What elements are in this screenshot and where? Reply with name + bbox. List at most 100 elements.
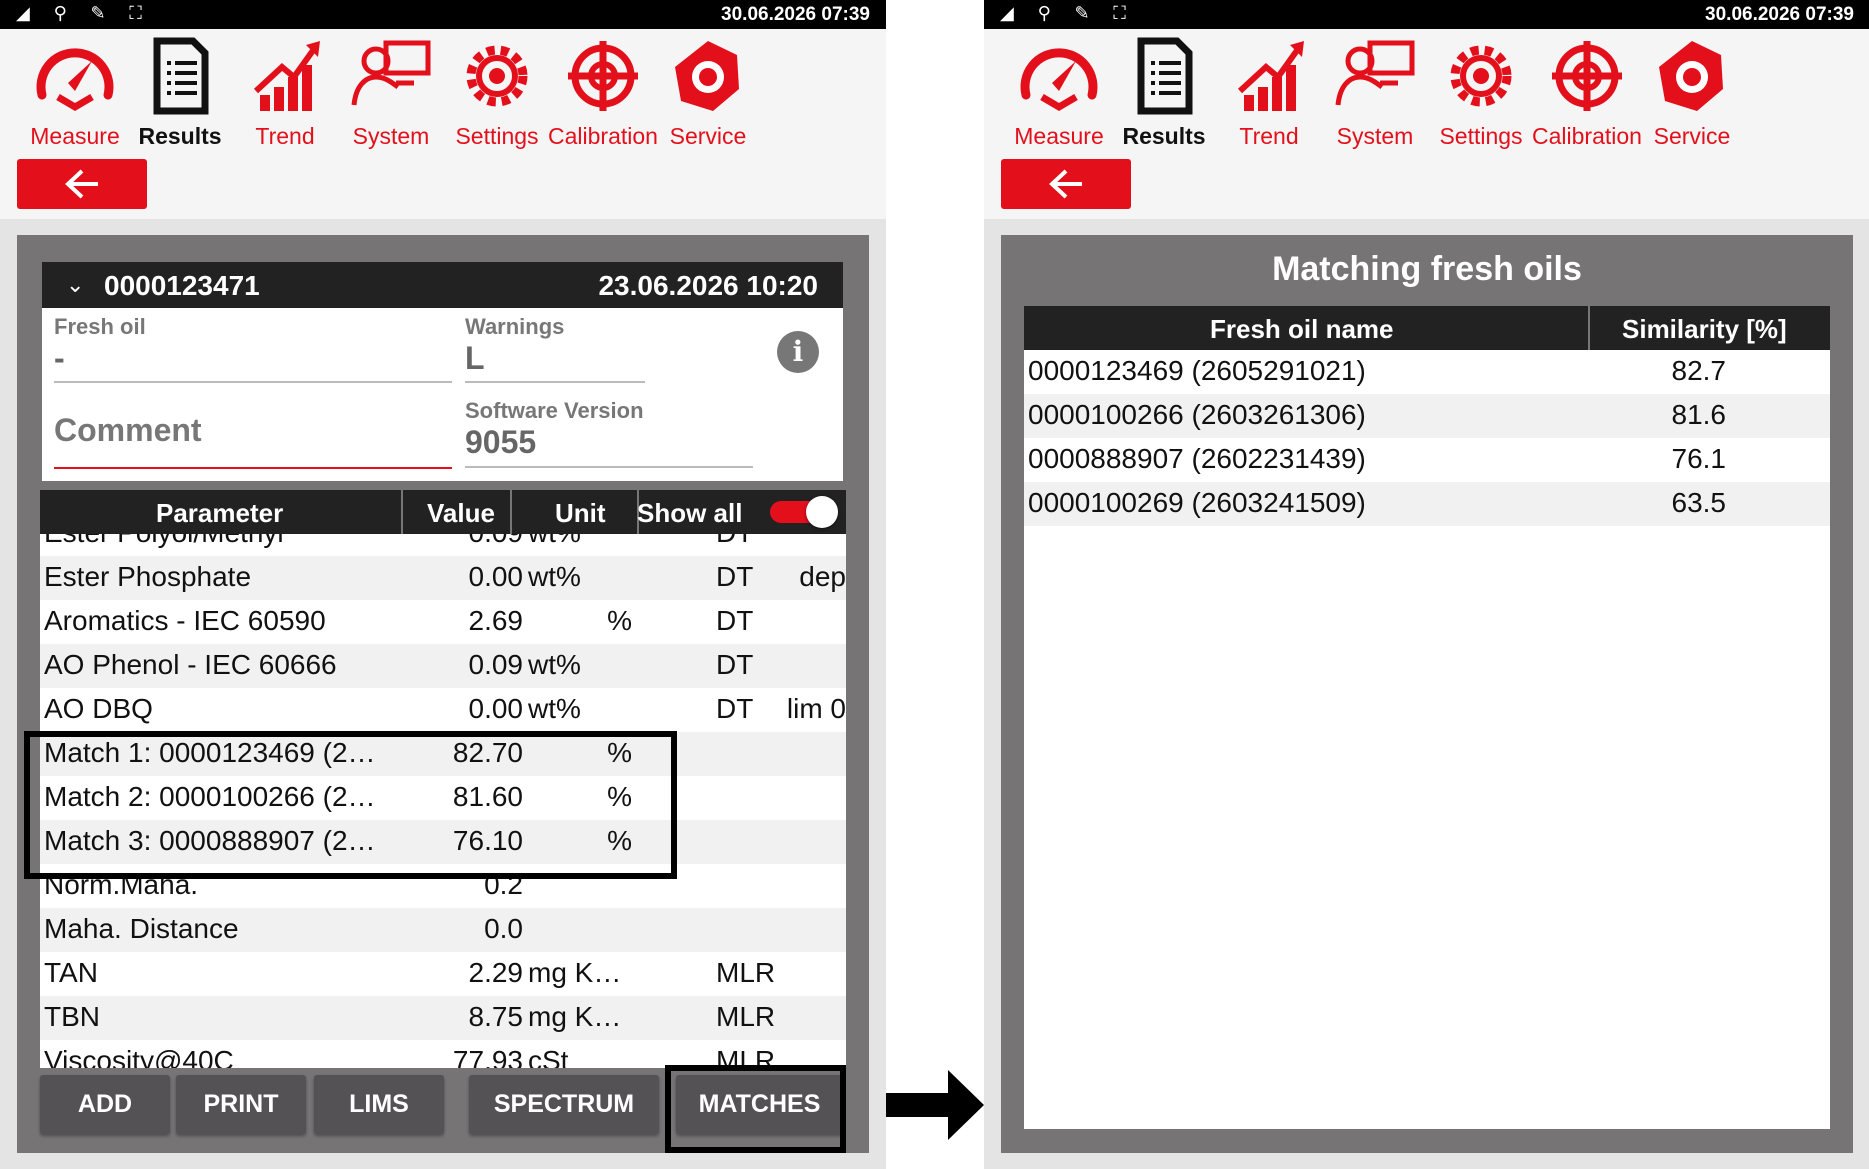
table-row[interactable]: TAN 2.29 mg K… MLR bbox=[40, 952, 846, 996]
arrow-left-icon bbox=[65, 169, 98, 199]
software-version-field: Software Version 9055 bbox=[465, 398, 765, 461]
nav-service[interactable]: Service bbox=[645, 37, 771, 157]
show-all-label: Show all bbox=[637, 498, 743, 528]
results-screen: ◢ ⚲ ✎ ⛶ 30.06.2026 07:39 Measure Results T… bbox=[0, 0, 886, 1169]
top-nav: Measure Results Trend System Settings Calibra… bbox=[0, 29, 886, 219]
service-icon bbox=[645, 37, 771, 115]
cell-u: % bbox=[607, 605, 632, 636]
nav-label: Service bbox=[1653, 123, 1731, 149]
back-button[interactable] bbox=[17, 159, 147, 209]
match-name: 0000888907 (2602231439) bbox=[1028, 443, 1366, 474]
match-name: 0000100266 (2603261306) bbox=[1028, 399, 1366, 430]
cell-v: 2.29 bbox=[468, 957, 524, 988]
comment-field[interactable]: Comment bbox=[54, 412, 452, 449]
header-fresh-oil-name: Fresh oil name bbox=[1210, 314, 1394, 344]
matches-button-highlight bbox=[665, 1065, 846, 1153]
top-nav: Measure Results Trend System Settings Calibra… bbox=[984, 29, 1869, 219]
add-button[interactable]: ADD bbox=[40, 1075, 170, 1134]
cell-u: wt% bbox=[528, 561, 581, 592]
cell-p: AO Phenol - IEC 60666 bbox=[44, 649, 337, 680]
match-row[interactable]: 0000123469 (2605291021) 82.7 bbox=[1024, 350, 1830, 394]
header-similarity: Similarity [%] bbox=[1622, 314, 1787, 344]
cell-u: cSt bbox=[528, 1045, 569, 1068]
result-header[interactable]: ⌄ 0000123471 23.06.2026 10:20 bbox=[42, 262, 843, 308]
matches-table: Fresh oil name Similarity [%] 0000123469… bbox=[1024, 306, 1830, 1129]
table-row[interactable]: TBN 8.75 mg K… MLR bbox=[40, 996, 846, 1040]
nav-service[interactable]: Service bbox=[1629, 37, 1755, 157]
cell-u: wt% bbox=[528, 534, 632, 549]
table-row[interactable]: Aromatics - IEC 60590 2.69% DT bbox=[40, 600, 846, 644]
header-parameter: Parameter bbox=[156, 498, 284, 528]
match-name: 0000123469 (2605291021) bbox=[1028, 355, 1366, 386]
cell-m: DT bbox=[716, 693, 754, 724]
fresh-oil-field[interactable]: Fresh oil - bbox=[54, 314, 452, 377]
cell-p: AO DBQ bbox=[44, 693, 153, 724]
cell-u: wt% bbox=[528, 649, 581, 680]
cell-v: 77.93 bbox=[452, 1045, 523, 1068]
cell-p: TBN bbox=[44, 1001, 100, 1032]
cell-u: wt% bbox=[528, 693, 581, 724]
cell-v: 0.00 bbox=[468, 561, 524, 592]
cell-u: mg K… bbox=[528, 1001, 622, 1032]
cell-v: 0.09 bbox=[469, 534, 524, 549]
match-similarity: 82.7 bbox=[1671, 355, 1727, 386]
matches-screen: ◢ ⚲ ✎ ⛶ 30.06.2026 07:39 Measure Results T… bbox=[984, 0, 1869, 1169]
parameter-table-header: Parameter Value Unit Show all bbox=[40, 490, 846, 534]
fresh-oil-label: Fresh oil bbox=[54, 314, 146, 339]
back-button[interactable] bbox=[1001, 159, 1131, 209]
lims-button[interactable]: LIMS bbox=[314, 1075, 444, 1134]
info-icon[interactable]: i bbox=[777, 331, 819, 373]
cell-m: MLR bbox=[716, 1001, 776, 1032]
cell-p: Maha. Distance bbox=[44, 913, 239, 944]
cell-m: DT bbox=[716, 561, 754, 592]
status-time: 30.06.2026 07:39 bbox=[1705, 4, 1854, 25]
match-row[interactable]: 0000100269 (2603241509) 63.5 bbox=[1024, 482, 1830, 526]
cell-v: 0.09 bbox=[468, 649, 524, 680]
match-similarity: 81.6 bbox=[1671, 399, 1727, 430]
table-row[interactable]: AO DBQ 0.00 wt% DT lim 0 bbox=[40, 688, 846, 732]
table-row[interactable]: Viscosity@40C 77.93 cSt MLR bbox=[40, 1040, 846, 1068]
status-time: 30.06.2026 07:39 bbox=[721, 4, 870, 25]
software-version-value: 9055 bbox=[465, 424, 537, 460]
match-similarity: 63.5 bbox=[1671, 487, 1727, 518]
cell-v: 0.00 bbox=[468, 693, 524, 724]
status-bar: ◢ ⚲ ✎ ⛶ 30.06.2026 07:39 bbox=[984, 0, 1869, 29]
match-row[interactable]: 0000888907 (2602231439) 76.1 bbox=[1024, 438, 1830, 482]
cell-p: Ester Phosphate bbox=[44, 561, 252, 592]
nav-label: Service bbox=[669, 123, 747, 149]
warnings-field: Warnings L bbox=[465, 314, 645, 377]
print-button[interactable]: PRINT bbox=[176, 1075, 306, 1134]
chevron-down-icon[interactable]: ⌄ bbox=[66, 273, 84, 298]
warnings-label: Warnings bbox=[465, 314, 565, 339]
status-bar: ◢ ⚲ ✎ ⛶ 30.06.2026 07:39 bbox=[0, 0, 886, 29]
status-icons: ◢ ⚲ ✎ ⛶ bbox=[16, 3, 151, 24]
cell-v: 8.75 bbox=[468, 1001, 524, 1032]
show-all-toggle[interactable] bbox=[770, 496, 838, 528]
spectrum-button[interactable]: SPECTRUM bbox=[469, 1075, 659, 1134]
cell-x: lim 0 bbox=[786, 693, 846, 724]
cell-x: dep bbox=[799, 561, 846, 592]
arrow-right-icon bbox=[886, 1070, 984, 1140]
result-id: 0000123471 bbox=[104, 270, 260, 301]
header-value: Value bbox=[427, 498, 495, 528]
matches-table-header: Fresh oil name Similarity [%] bbox=[1024, 306, 1830, 350]
cell-v: 2.69 bbox=[468, 605, 524, 636]
table-row[interactable]: Ester Phosphate 0.00 wt% DT dep bbox=[40, 556, 846, 600]
comment-placeholder[interactable]: Comment bbox=[54, 412, 452, 449]
match-rows-highlight bbox=[24, 731, 677, 879]
match-name: 0000100269 (2603241509) bbox=[1028, 487, 1366, 518]
match-row[interactable]: 0000100266 (2603261306) 81.6 bbox=[1024, 394, 1830, 438]
cell-m: DT bbox=[716, 649, 754, 680]
cell-v: 0.0 bbox=[484, 913, 523, 944]
match-similarity: 76.1 bbox=[1671, 443, 1727, 474]
result-datetime: 23.06.2026 10:20 bbox=[598, 270, 818, 301]
header-unit: Unit bbox=[555, 498, 606, 528]
table-row[interactable]: AO Phenol - IEC 60666 0.09 wt% DT bbox=[40, 644, 846, 688]
result-details-card: Fresh oil - Warnings L i Comment Softwar… bbox=[42, 308, 843, 481]
cell-u: mg K… bbox=[528, 957, 622, 988]
software-version-label: Software Version bbox=[465, 398, 644, 423]
table-row[interactable]: Maha. Distance 0.0 bbox=[40, 908, 846, 952]
cell-m: DT bbox=[716, 534, 753, 549]
table-row[interactable]: Ester Polyol/Methyl 0.09 wt% DT bbox=[40, 534, 846, 556]
cell-m: MLR bbox=[716, 957, 776, 988]
